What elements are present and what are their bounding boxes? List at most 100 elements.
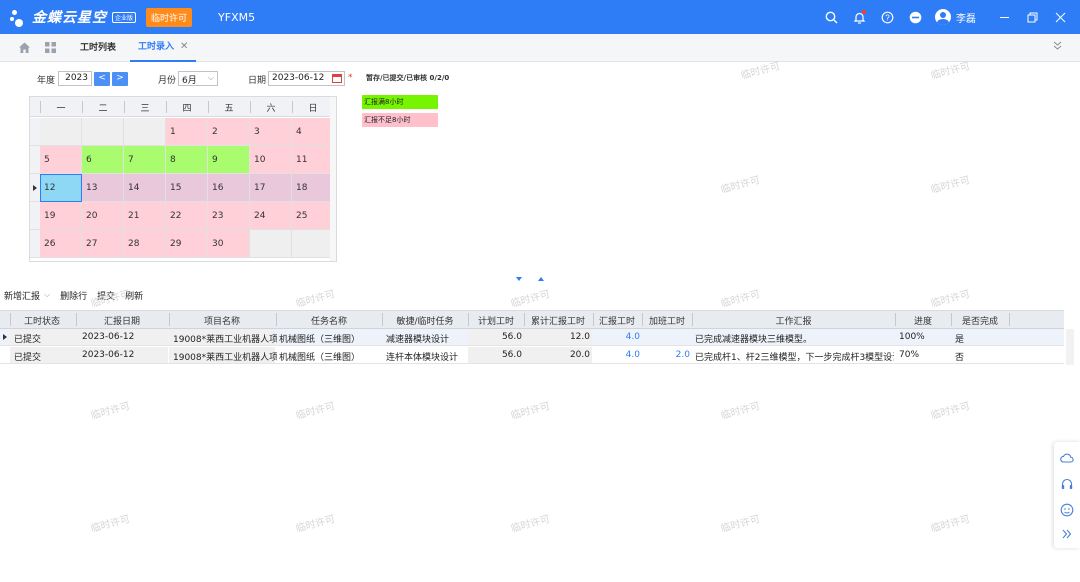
apps-grid-icon[interactable] <box>44 41 58 55</box>
license-badge[interactable]: 临时许可 <box>146 7 193 27</box>
table-row[interactable]: 已提交 2023-06-12 19008*莱西工业机器人项目 机械图纸（三维图）… <box>0 347 1064 364</box>
calendar-day[interactable]: 12 <box>40 174 82 202</box>
collapse-chevron-icon[interactable] <box>1052 40 1064 52</box>
tenant-name[interactable]: YFXM5 <box>218 11 255 24</box>
cell-overtime-hours[interactable]: 2.0 <box>644 350 690 360</box>
close-icon[interactable] <box>1052 9 1068 25</box>
column-header[interactable]: 累计汇报工时 <box>524 314 592 327</box>
expand-right-icon[interactable] <box>1059 526 1075 542</box>
calendar-day[interactable]: 2 <box>208 118 250 146</box>
month-select[interactable]: 6月 ⌵ <box>178 71 218 86</box>
calendar-day[interactable]: 5 <box>40 146 82 174</box>
calendar-day[interactable]: 19 <box>40 202 82 230</box>
collapse-up-icon[interactable] <box>538 277 544 281</box>
close-tab-icon[interactable]: ✕ <box>180 33 188 61</box>
column-header[interactable]: 工时状态 <box>10 314 74 327</box>
tab-hours-list[interactable]: 工时列表 <box>72 34 124 62</box>
cell-agile-task[interactable]: 减速器模块设计 <box>386 332 466 345</box>
column-header[interactable]: 汇报工时 <box>593 314 641 327</box>
table-row[interactable]: 已提交 2023-06-12 19008*莱西工业机器人项目 机械图纸（三维图）… <box>0 329 1064 346</box>
calendar-day[interactable]: 9 <box>208 146 250 174</box>
chevron-down-icon[interactable]: ⌵ <box>44 290 50 300</box>
help-icon[interactable]: ? <box>879 9 895 25</box>
calendar-day[interactable]: 22 <box>166 202 208 230</box>
cell-task[interactable]: 机械图纸（三维图） <box>279 332 379 345</box>
calendar-icon[interactable] <box>332 74 342 83</box>
column-header[interactable]: 敏捷/临时任务 <box>382 314 468 327</box>
cell-task[interactable]: 机械图纸（三维图） <box>279 350 379 363</box>
brand-logo[interactable]: 金蝶云星空 企业版 <box>10 7 137 27</box>
column-header[interactable]: 计划工时 <box>468 314 524 327</box>
calendar-day[interactable]: 29 <box>166 230 208 258</box>
expand-down-icon[interactable] <box>516 277 522 281</box>
cell-reported-hours[interactable]: 4.0 <box>595 332 640 342</box>
watermark: 临时许可 <box>719 513 762 535</box>
prev-year-button[interactable]: < <box>94 72 110 86</box>
cell-project[interactable]: 19008*莱西工业机器人项目 <box>173 350 277 363</box>
calendar-day[interactable]: 13 <box>82 174 124 202</box>
calendar-day[interactable]: 8 <box>166 146 208 174</box>
column-header[interactable]: 项目名称 <box>169 314 275 327</box>
year-input[interactable]: 2023 <box>58 71 92 86</box>
next-year-button[interactable]: > <box>112 72 128 86</box>
calendar-day[interactable]: 4 <box>292 118 334 146</box>
calendar-day[interactable]: 16 <box>208 174 250 202</box>
weekday-label: 四 <box>182 104 192 114</box>
brand-name: 金蝶云星空 <box>32 10 107 26</box>
calendar-day[interactable]: 10 <box>250 146 292 174</box>
column-header[interactable]: 汇报日期 <box>76 314 168 327</box>
calendar-day[interactable]: 27 <box>82 230 124 258</box>
cell-progress[interactable]: 100% <box>899 332 949 342</box>
calendar-day[interactable]: 18 <box>292 174 334 202</box>
column-header[interactable]: 进度 <box>895 314 951 327</box>
panel-splitter[interactable] <box>516 277 556 285</box>
floating-tool-panel <box>1054 442 1080 548</box>
calendar-day[interactable]: 14 <box>124 174 166 202</box>
tab-hours-entry[interactable]: 工时录入 ✕ <box>130 33 197 62</box>
date-input[interactable]: 2023-06-12 <box>268 71 345 86</box>
column-header[interactable]: 任务名称 <box>276 314 382 327</box>
calendar-scrollbar[interactable] <box>330 97 336 261</box>
calendar-day[interactable]: 21 <box>124 202 166 230</box>
cell-reported-hours[interactable]: 4.0 <box>595 350 640 360</box>
cell-completed[interactable]: 否 <box>955 350 1007 363</box>
calendar-day[interactable]: 1 <box>166 118 208 146</box>
headset-icon[interactable] <box>1059 476 1075 492</box>
user-menu[interactable]: 李磊 <box>935 9 976 25</box>
home-icon[interactable] <box>18 41 32 55</box>
calendar-day[interactable]: 20 <box>82 202 124 230</box>
cell-work-report[interactable]: 已完成杆1、杆2三维模型，下一步完成杆3模型设计 <box>695 350 894 363</box>
column-header[interactable]: 加班工时 <box>642 314 692 327</box>
calendar-day[interactable]: 28 <box>124 230 166 258</box>
table-scrollbar[interactable] <box>1066 329 1074 365</box>
delete-row-button[interactable]: 删除行 <box>60 289 87 302</box>
column-header[interactable]: 工作汇报 <box>692 314 895 327</box>
feedback-face-icon[interactable] <box>1059 502 1075 518</box>
calendar-day[interactable]: 11 <box>292 146 334 174</box>
cell-completed[interactable]: 是 <box>955 332 1007 345</box>
cell-progress[interactable]: 70% <box>899 350 949 360</box>
calendar-day[interactable]: 17 <box>250 174 292 202</box>
cell-project[interactable]: 19008*莱西工业机器人项目 <box>173 332 277 345</box>
calendar-day[interactable]: 3 <box>250 118 292 146</box>
add-report-button[interactable]: 新增汇报 ⌵ <box>4 289 50 302</box>
calendar-row-gutter <box>30 118 40 146</box>
minus-circle-icon[interactable] <box>907 9 923 25</box>
calendar-day[interactable]: 24 <box>250 202 292 230</box>
calendar-day[interactable]: 30 <box>208 230 250 258</box>
calendar-day[interactable]: 26 <box>40 230 82 258</box>
current-row-marker <box>3 334 7 340</box>
calendar-day[interactable]: 25 <box>292 202 334 230</box>
calendar-day[interactable]: 7 <box>124 146 166 174</box>
search-icon[interactable] <box>823 9 839 25</box>
restore-icon[interactable] <box>1024 9 1040 25</box>
calendar-day[interactable]: 15 <box>166 174 208 202</box>
calendar-day[interactable]: 6 <box>82 146 124 174</box>
minimize-icon[interactable] <box>996 9 1012 25</box>
cell-agile-task[interactable]: 连杆本体模块设计 <box>386 350 466 363</box>
bell-icon[interactable] <box>851 9 867 25</box>
calendar-day[interactable]: 23 <box>208 202 250 230</box>
column-header[interactable]: 是否完成 <box>951 314 1009 327</box>
cell-work-report[interactable]: 已完成减速器模块三维模型。 <box>695 332 894 345</box>
cloud-icon[interactable] <box>1059 450 1075 466</box>
